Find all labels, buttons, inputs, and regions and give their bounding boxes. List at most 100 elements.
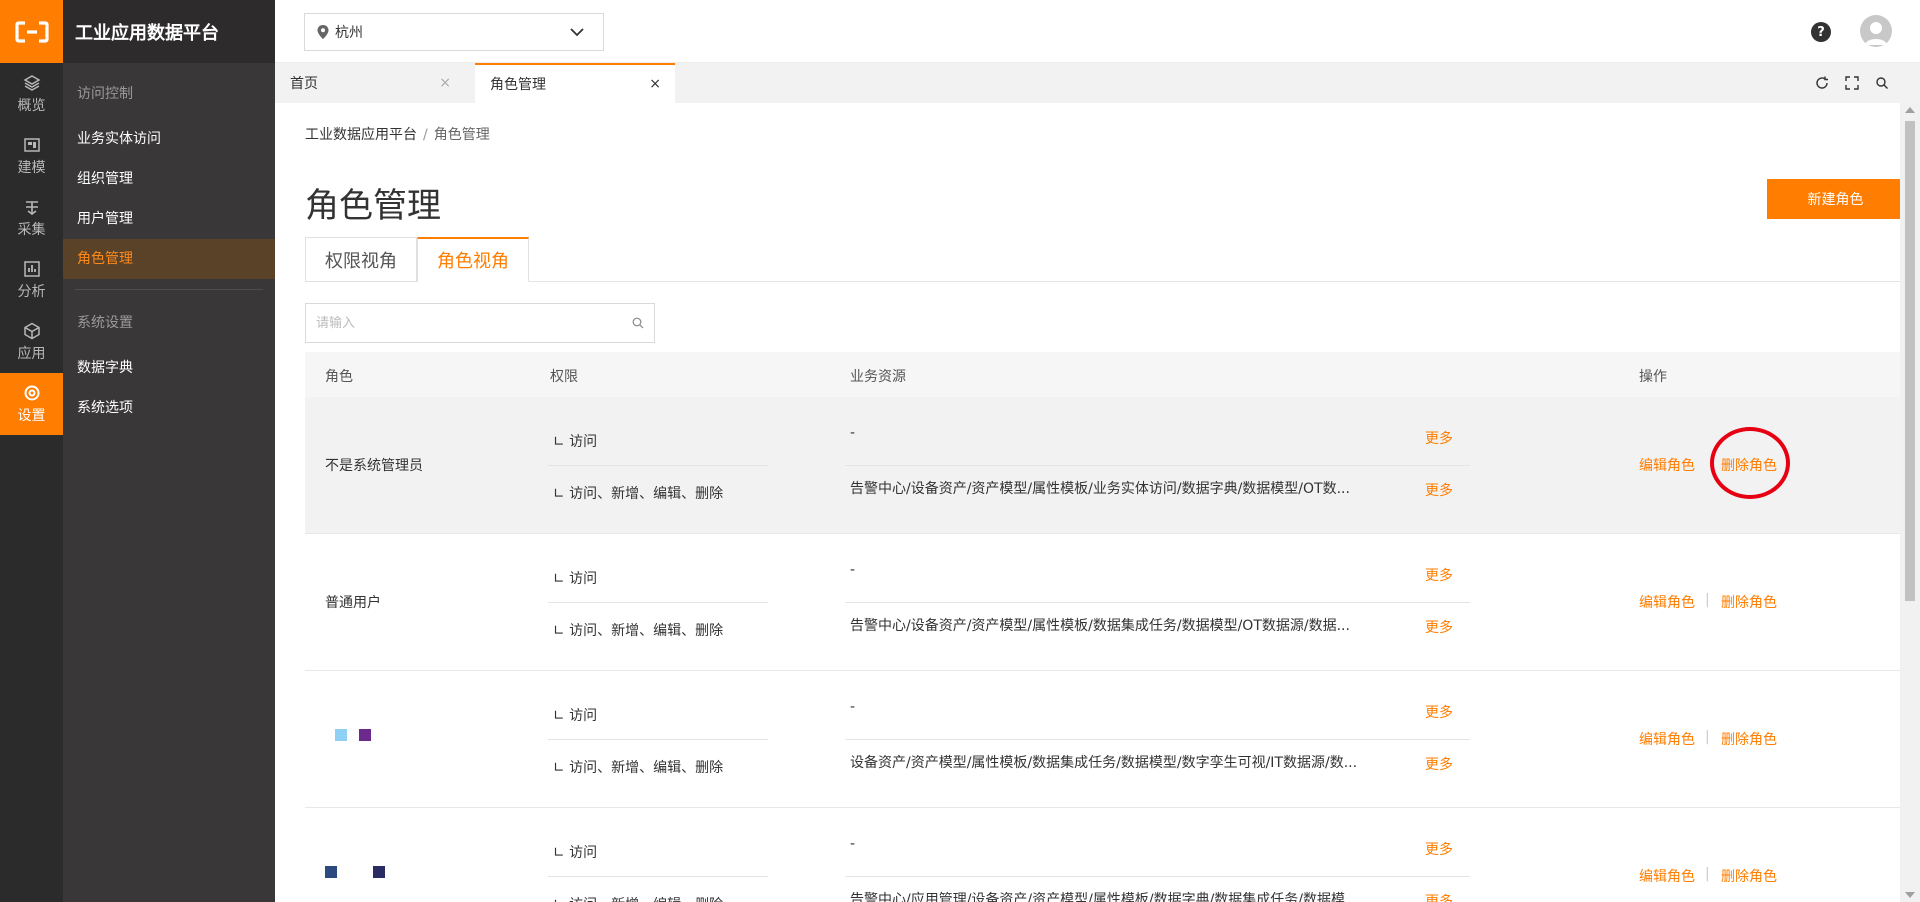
rail-model[interactable]: 建模 xyxy=(0,125,63,187)
user-avatar[interactable] xyxy=(1860,15,1892,47)
permission-full: ∟ 访问、新增、编辑、删除 xyxy=(553,623,724,639)
edit-role-link[interactable]: 编辑角色 xyxy=(1639,592,1695,612)
close-icon[interactable]: × xyxy=(439,75,451,91)
more-link[interactable]: 更多 xyxy=(1425,428,1453,448)
cell-divider xyxy=(548,602,768,603)
rail-overview[interactable]: 概览 xyxy=(0,63,63,125)
chevron-down-icon xyxy=(570,28,584,37)
rail-settings[interactable]: 设置 xyxy=(0,373,63,435)
tab-permission-view[interactable]: 权限视角 xyxy=(305,237,417,282)
table-row: ∟ 访问 ∟ 访问、新增、编辑、删除 - 告警中心/应用管理/设备资产/资产模型… xyxy=(305,808,1900,902)
rail-apps[interactable]: 应用 xyxy=(0,311,63,373)
more-link[interactable]: 更多 xyxy=(1425,754,1453,774)
sidebar-item-roles[interactable]: 角色管理 xyxy=(63,239,275,279)
more-link[interactable]: 更多 xyxy=(1425,839,1453,859)
op-separator: | xyxy=(1705,866,1710,882)
table-row: 普通用户 ∟ 访问 ∟ 访问、新增、编辑、删除 - 告警中心/设备资产/资产模型… xyxy=(305,534,1900,671)
search-icon[interactable] xyxy=(632,317,644,329)
role-name-redacted xyxy=(335,729,371,741)
cell-divider xyxy=(845,602,1470,603)
roles-table: 角色 权限 业务资源 操作 不是系统管理员 ∟ 访问 ∟ 访问、新增、编辑、删除… xyxy=(305,352,1900,902)
rail-label: 概览 xyxy=(17,97,46,114)
fullscreen-icon[interactable] xyxy=(1845,76,1859,90)
vertical-scrollbar[interactable] xyxy=(1900,103,1920,902)
user-icon xyxy=(1865,22,1887,45)
search-field[interactable] xyxy=(305,303,655,343)
more-link[interactable]: 更多 xyxy=(1425,702,1453,722)
edit-role-link[interactable]: 编辑角色 xyxy=(1639,455,1695,475)
resource-list: 告警中心/应用管理/设备资产/资产模型/属性模板/数据字典/数据集成任务/数据模… xyxy=(850,892,1359,902)
tab-role-view[interactable]: 角色视角 xyxy=(417,237,529,282)
resource-list: 设备资产/资产模型/属性模板/数据集成任务/数据模型/数字孪生可视/IT数据源/… xyxy=(850,755,1358,771)
logo-icon[interactable] xyxy=(0,0,63,63)
close-icon[interactable]: × xyxy=(649,76,661,92)
view-tabs: 权限视角 角色视角 xyxy=(305,237,1900,282)
refresh-icon[interactable] xyxy=(1815,76,1829,90)
permission-access: ∟ 访问 xyxy=(553,845,598,861)
more-link[interactable]: 更多 xyxy=(1425,480,1453,500)
layers-icon xyxy=(22,74,41,91)
resource-list: 告警中心/设备资产/资产模型/属性模板/数据集成任务/数据模型/OT数据源/数据… xyxy=(850,618,1350,634)
rail-label: 应用 xyxy=(17,345,46,362)
scroll-down-icon[interactable] xyxy=(1905,892,1915,898)
city-value: 杭州 xyxy=(335,25,363,41)
redacted-mark xyxy=(373,866,385,878)
location-pin-icon xyxy=(317,25,329,39)
table-row: ∟ 访问 ∟ 访问、新增、编辑、删除 - 设备资产/资产模型/属性模板/数据集成… xyxy=(305,671,1900,808)
rail-collect[interactable]: 采集 xyxy=(0,187,63,249)
city-select[interactable]: 杭州 xyxy=(304,13,604,51)
edit-role-link[interactable]: 编辑角色 xyxy=(1639,729,1695,749)
cell-divider xyxy=(845,465,1470,466)
rail-label: 采集 xyxy=(17,221,46,238)
rail-label: 建模 xyxy=(17,159,46,176)
scrollbar-thumb[interactable] xyxy=(1905,121,1915,601)
redacted-mark xyxy=(359,729,371,741)
delete-role-link[interactable]: 删除角色 xyxy=(1721,729,1777,749)
brand-title: 工业应用数据平台 xyxy=(63,0,275,63)
resource-list: - xyxy=(850,425,856,441)
breadcrumb-current: 角色管理 xyxy=(433,127,490,143)
table-row: 不是系统管理员 ∟ 访问 ∟ 访问、新增、编辑、删除 - 告警中心/设备资产/资… xyxy=(305,397,1900,534)
topbar: 杭州 ? xyxy=(275,0,1920,63)
sidebar-group-access: 访问控制 xyxy=(77,86,133,102)
page-tab-roles[interactable]: 角色管理 × xyxy=(475,63,675,103)
settings-icon xyxy=(24,385,39,400)
more-link[interactable]: 更多 xyxy=(1425,617,1453,637)
page-tab-strip: 首页 × 角色管理 × xyxy=(275,63,1920,103)
cell-divider xyxy=(548,465,768,466)
role-name-redacted xyxy=(325,866,385,878)
table-header: 角色 权限 业务资源 操作 xyxy=(305,352,1900,397)
permission-access: ∟ 访问 xyxy=(553,571,598,587)
left-rail: 概览 建模 采集 分析 应用 设置 xyxy=(0,0,63,902)
more-link[interactable]: 更多 xyxy=(1425,565,1453,585)
model-icon xyxy=(23,137,40,152)
delete-role-link[interactable]: 删除角色 xyxy=(1721,866,1777,886)
chart-icon xyxy=(23,260,40,277)
new-role-button[interactable]: 新建角色 xyxy=(1767,179,1900,219)
sidebar-item-users[interactable]: 用户管理 xyxy=(63,199,275,239)
sidebar-item-options[interactable]: 系统选项 xyxy=(63,388,275,428)
delete-role-link[interactable]: 删除角色 xyxy=(1721,592,1777,612)
resource-list: 告警中心/设备资产/资产模型/属性模板/业务实体访问/数据字典/数据模型/OT数… xyxy=(850,481,1350,497)
redacted-mark xyxy=(325,866,337,878)
rail-analysis[interactable]: 分析 xyxy=(0,249,63,311)
permission-access: ∟ 访问 xyxy=(553,434,598,450)
sidebar-item-dictionary[interactable]: 数据字典 xyxy=(63,348,275,388)
page-tab-home[interactable]: 首页 × xyxy=(275,63,465,103)
collect-icon xyxy=(25,200,38,215)
cell-divider xyxy=(845,739,1470,740)
search-icon[interactable] xyxy=(1875,76,1889,90)
breadcrumb-root[interactable]: 工业数据应用平台 xyxy=(305,127,417,143)
header-role: 角色 xyxy=(325,369,353,385)
search-input[interactable] xyxy=(316,315,616,331)
more-link[interactable]: 更多 xyxy=(1425,891,1453,902)
edit-role-link[interactable]: 编辑角色 xyxy=(1639,866,1695,886)
sidebar-item-org[interactable]: 组织管理 xyxy=(63,159,275,199)
resource-list: - xyxy=(850,699,856,715)
resource-list: - xyxy=(850,562,856,578)
rail-label: 分析 xyxy=(17,283,46,300)
help-icon[interactable]: ? xyxy=(1811,22,1831,42)
header-permission: 权限 xyxy=(550,369,578,385)
scroll-up-icon[interactable] xyxy=(1905,107,1915,113)
sidebar-item-entity-access[interactable]: 业务实体访问 xyxy=(63,119,275,159)
